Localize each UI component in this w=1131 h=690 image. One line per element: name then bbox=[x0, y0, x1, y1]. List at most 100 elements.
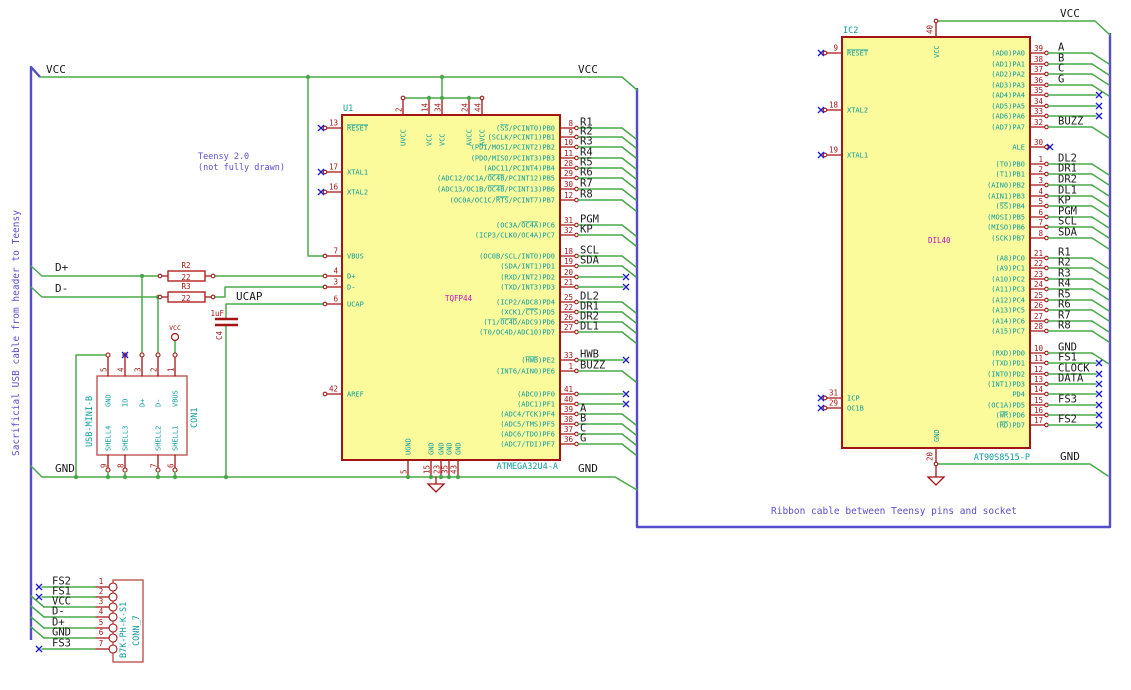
pin-number: 43 bbox=[450, 465, 459, 474]
pin-name: (AD7)PA7 bbox=[991, 124, 1025, 132]
r3-value[interactable]: 22 bbox=[181, 294, 190, 303]
pin-number: 33 bbox=[564, 351, 573, 360]
pin-number: 21 bbox=[564, 278, 573, 287]
pin-name: VBUS bbox=[172, 390, 180, 407]
junction-dot bbox=[446, 474, 452, 480]
conn7-part[interactable]: B7K-PH-K-S1 bbox=[119, 602, 129, 658]
pin-name: (SS)PB4 bbox=[995, 203, 1025, 211]
net-label-KP[interactable]: KP bbox=[580, 224, 593, 236]
pin-number: 39 bbox=[1034, 44, 1043, 53]
conn7-pin-circle[interactable] bbox=[108, 582, 118, 592]
usb-cable-note: Sacrificial USB cable from header to Tee… bbox=[11, 210, 22, 456]
r3-ref[interactable]: R3 bbox=[181, 282, 190, 291]
ic2-ref[interactable]: IC2 bbox=[843, 26, 858, 36]
pin-end-circle bbox=[157, 273, 163, 279]
conn7-pin-circle[interactable] bbox=[108, 644, 118, 654]
schematic-canvas[interactable]: 13 RESET 17 XTAL1 16 XTAL2 7 VBUS 4 D+ 3 D- 6 UCAP 42 A… bbox=[0, 0, 1131, 690]
net-label-gnd-mid[interactable]: GND bbox=[578, 462, 598, 475]
conn7-pin-circle[interactable] bbox=[108, 623, 118, 633]
pin-end-circle bbox=[400, 95, 406, 101]
conn7-pin-circle[interactable] bbox=[108, 612, 118, 622]
pin-end-circle bbox=[933, 461, 939, 467]
pin-number: 10 bbox=[1034, 344, 1044, 353]
pin-number: 2 bbox=[1038, 165, 1043, 174]
net-label-vcc-right[interactable]: VCC bbox=[1060, 7, 1080, 20]
junction-dot bbox=[305, 74, 311, 80]
conn7-pin-circle[interactable] bbox=[108, 633, 118, 643]
pin-name: VCC bbox=[933, 45, 941, 58]
pin-number: 33 bbox=[1034, 107, 1043, 116]
pin-name: (ADC6/TDO)PF6 bbox=[500, 431, 555, 439]
pin-number: 5 bbox=[400, 469, 409, 474]
pin-end-circle bbox=[210, 273, 216, 279]
net-label-vcc-left[interactable]: VCC bbox=[46, 63, 66, 76]
pin-name: (AD4)PA4 bbox=[991, 92, 1025, 100]
net-label-DATA[interactable]: DATA bbox=[1058, 373, 1084, 385]
net-label-ucap[interactable]: UCAP bbox=[236, 290, 263, 303]
pin-name: (AD0)PA0 bbox=[991, 50, 1025, 58]
ribbon-cable-note: Ribbon cable between Teensy pins and soc… bbox=[771, 506, 1017, 517]
net-label-FS3[interactable]: FS3 bbox=[52, 638, 71, 650]
con1-ref[interactable]: CON1 bbox=[190, 408, 200, 428]
pin-name: (SCK)PB7 bbox=[991, 235, 1025, 243]
pin-name: D- bbox=[155, 399, 163, 407]
conn7-ref[interactable]: CONN_7 bbox=[132, 615, 142, 646]
pin-name: (T1)PB1 bbox=[995, 171, 1025, 179]
r2-ref[interactable]: R2 bbox=[181, 261, 190, 270]
net-label-dminus[interactable]: D- bbox=[55, 282, 68, 295]
pin-name: (AIN1)PB3 bbox=[987, 193, 1025, 201]
u1-part[interactable]: ATMEGA32U4-A bbox=[497, 462, 558, 472]
junction-dot bbox=[466, 95, 472, 101]
pin-name: (ADC0)PF0 bbox=[517, 391, 555, 399]
pin-name: (TXD)PD1 bbox=[991, 360, 1025, 368]
net-label-BUZZ[interactable]: BUZZ bbox=[1058, 116, 1083, 128]
net-label-gnd-left[interactable]: GND bbox=[55, 462, 75, 475]
pin-number: 6 bbox=[167, 463, 176, 468]
net-label-R8[interactable]: R8 bbox=[1058, 320, 1071, 332]
pin-number: 30 bbox=[564, 180, 574, 189]
pin-number: 36 bbox=[1034, 76, 1044, 85]
r2-value[interactable]: 22 bbox=[181, 273, 190, 282]
pin-name: XTAL2 bbox=[847, 107, 868, 115]
c4-value[interactable]: 1uF bbox=[210, 309, 224, 318]
c4-ref[interactable]: C4 bbox=[215, 330, 224, 340]
conn7-pin-circle[interactable] bbox=[108, 602, 118, 612]
pin-number: 26 bbox=[564, 313, 574, 322]
net-label-G[interactable]: G bbox=[580, 433, 586, 445]
pin-number: 18 bbox=[564, 247, 574, 256]
pin-name: D+ bbox=[139, 399, 147, 407]
pin-name: UCAP bbox=[347, 301, 364, 309]
net-label-SDA[interactable]: SDA bbox=[1058, 227, 1078, 239]
u1-ref[interactable]: U1 bbox=[343, 104, 353, 114]
pin-number: 35 bbox=[441, 465, 450, 474]
pin-end-circle bbox=[155, 352, 161, 358]
pin-number: 22 bbox=[1034, 259, 1043, 268]
pin-number: 11 bbox=[1034, 354, 1043, 363]
pin-number: 29 bbox=[829, 399, 838, 408]
pin-name: (AD5)PA5 bbox=[991, 103, 1025, 111]
ic2-part[interactable]: AT90S8515-P bbox=[974, 453, 1030, 463]
pin-name: (OC1A)PD5 bbox=[987, 402, 1025, 410]
pin-number: 15 bbox=[1034, 396, 1043, 405]
net-label-vcc-mid[interactable]: VCC bbox=[578, 63, 598, 76]
pin-name: SHELL3 bbox=[122, 426, 130, 451]
pin-name: (RD)PD7 bbox=[995, 422, 1025, 430]
pin-number: 12 bbox=[1034, 365, 1043, 374]
pin-name: (INT6/AIN0)PE6 bbox=[496, 368, 555, 376]
net-label-BUZZ[interactable]: BUZZ bbox=[580, 360, 605, 372]
pin-name: PD4 bbox=[1012, 391, 1025, 399]
net-label-FS2[interactable]: FS2 bbox=[1058, 414, 1077, 426]
conn7-pin-circle[interactable] bbox=[108, 592, 118, 602]
pin-name: UGND bbox=[405, 438, 413, 455]
con1-part[interactable]: USB-MINI-B bbox=[85, 396, 95, 447]
pin-name: XTAL1 bbox=[347, 169, 368, 177]
junction-dot bbox=[139, 273, 145, 279]
net-label-SDA[interactable]: SDA bbox=[580, 255, 600, 267]
net-label-DL1[interactable]: DL1 bbox=[580, 321, 599, 333]
net-label-dplus[interactable]: D+ bbox=[55, 261, 69, 274]
net-label-R8[interactable]: R8 bbox=[580, 189, 593, 201]
net-label-FS3[interactable]: FS3 bbox=[1058, 394, 1077, 406]
net-label-gnd-right[interactable]: GND bbox=[1060, 450, 1080, 463]
net-label-G[interactable]: G bbox=[1058, 74, 1064, 86]
pin-number: 21 bbox=[1034, 249, 1043, 258]
